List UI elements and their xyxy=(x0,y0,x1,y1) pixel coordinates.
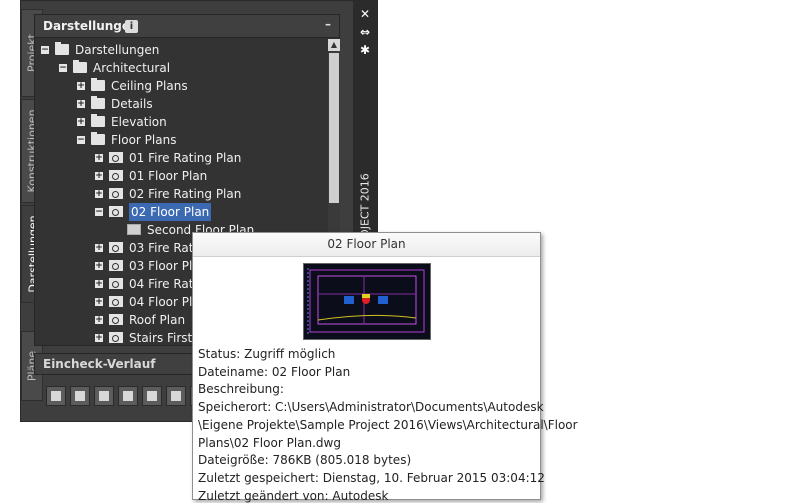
tree-item[interactable]: − 02 Floor Plan xyxy=(35,203,325,221)
expand-icon[interactable]: + xyxy=(95,334,103,343)
tree-item-label: 01 Fire Rating Plan xyxy=(129,151,242,165)
view-icon xyxy=(109,278,123,289)
expand-icon[interactable]: + xyxy=(95,154,103,163)
expand-icon[interactable]: + xyxy=(95,298,103,307)
tree-item[interactable]: − Floor Plans xyxy=(35,131,325,149)
settings-icon[interactable]: ✱ xyxy=(358,43,372,57)
tooltip-line: \Eigene Projekte\Sample Project 2016\Vie… xyxy=(198,417,578,432)
autohide-icon[interactable]: ⇔ xyxy=(358,25,372,39)
tree-item-label: Architectural xyxy=(93,61,171,75)
tooltip-line: Status: Zugriff möglich xyxy=(198,347,336,361)
scroll-up-icon[interactable]: ▲ xyxy=(328,39,340,51)
view-icon xyxy=(109,152,123,163)
tree-item[interactable]: + Details xyxy=(35,95,325,113)
collapse-icon[interactable]: − xyxy=(77,136,85,145)
tree-item-label: 04 Floor Pla xyxy=(129,295,200,309)
tooltip-line: Dateiname: 02 Floor Plan xyxy=(198,364,351,379)
tree-item-label: 02 Floor Plan xyxy=(129,203,212,221)
tree-item-label: Stairs First I xyxy=(129,331,200,345)
new-view-icon[interactable] xyxy=(46,386,66,406)
tooltip-line: Speicherort: C:\Users\Administrator\Docu… xyxy=(198,400,544,415)
tooltip-line: Dateigröße: 786KB (805.018 bytes) xyxy=(198,453,412,468)
panel-header: Darstellungen i – xyxy=(35,15,339,38)
expand-icon[interactable]: + xyxy=(95,172,103,181)
folder-open-icon xyxy=(55,42,69,55)
folder-icon xyxy=(91,78,105,91)
collapse-icon[interactable]: − xyxy=(41,46,49,55)
tree-item-label: Elevation xyxy=(111,115,167,129)
expand-icon[interactable]: + xyxy=(77,118,85,127)
tree-item-label: 04 Fire Rati xyxy=(129,277,197,291)
folder-icon xyxy=(91,114,105,127)
view-icon xyxy=(109,188,123,199)
view-icon xyxy=(109,332,123,343)
tooltip-line: Plans\02 Floor Plan.dwg xyxy=(198,435,341,450)
tree-item[interactable]: + Elevation xyxy=(35,113,325,131)
selection-icon[interactable] xyxy=(142,386,162,406)
tree-item-label: 02 Fire Rating Plan xyxy=(129,187,242,201)
view-tooltip: 02 Floor Plan Status: Zugriff möglich Dat… xyxy=(192,232,578,503)
expand-icon[interactable]: + xyxy=(95,316,103,325)
tree-item[interactable]: +01 Floor Plan xyxy=(35,167,325,185)
collapse-icon[interactable]: − xyxy=(59,64,67,73)
tree-item-label: Ceiling Plans xyxy=(111,79,188,93)
floor-plan-thumbnail-drawing xyxy=(307,268,425,334)
view-icon xyxy=(109,170,123,181)
tree-item-label: 01 Floor Plan xyxy=(129,169,208,183)
tree-item[interactable]: + Ceiling Plans xyxy=(35,77,325,95)
tooltip-line: Zuletzt gespeichert: Dienstag, 10. Febru… xyxy=(198,470,545,485)
expand-icon[interactable]: + xyxy=(77,82,85,91)
tree-item-label: Roof Plan xyxy=(129,313,186,327)
tree-item[interactable]: − Architectural xyxy=(35,59,325,77)
view-icon xyxy=(109,206,123,217)
collapse-icon[interactable]: − xyxy=(95,208,103,217)
tree-item-label: 03 Fire Rati xyxy=(129,241,197,255)
expand-icon[interactable]: + xyxy=(77,100,85,109)
sheet-icon xyxy=(127,224,141,235)
tooltip-line: Zuletzt geändert von: Autodesk xyxy=(198,488,389,503)
expand-icon[interactable]: + xyxy=(95,244,103,253)
tree-item-label: Details xyxy=(111,97,153,111)
view-icon xyxy=(109,296,123,307)
checkin-history-label: Eincheck-Verlauf xyxy=(43,357,156,371)
view-icon xyxy=(109,242,123,253)
tree-item[interactable]: − Darstellungen xyxy=(35,41,325,59)
tree-item[interactable]: +02 Fire Rating Plan xyxy=(35,185,325,203)
tooltip-title: 02 Floor Plan xyxy=(193,233,540,257)
view-icon xyxy=(109,314,123,325)
close-icon[interactable]: ✕ xyxy=(358,7,372,21)
expand-icon[interactable]: + xyxy=(95,190,103,199)
tree-item[interactable]: +01 Fire Rating Plan xyxy=(35,149,325,167)
expand-icon[interactable]: + xyxy=(95,280,103,289)
floor-plan-thumbnail xyxy=(303,263,431,340)
folder-icon xyxy=(91,96,105,109)
expand-icon[interactable]: + xyxy=(95,262,103,271)
refresh-icon[interactable] xyxy=(94,386,114,406)
folder-open-icon xyxy=(73,60,87,73)
tree-item-label: Darstellungen xyxy=(75,43,160,57)
new-sheet-icon[interactable] xyxy=(70,386,90,406)
folder-open-icon xyxy=(91,132,105,145)
properties-icon[interactable] xyxy=(166,386,186,406)
info-icon[interactable]: i xyxy=(125,20,138,33)
copy-icon[interactable] xyxy=(118,386,138,406)
view-icon xyxy=(109,260,123,271)
scroll-thumb[interactable] xyxy=(329,53,339,203)
minimize-button[interactable]: – xyxy=(325,17,331,31)
tree-item-label: Floor Plans xyxy=(111,133,177,147)
tooltip-line: Beschreibung: xyxy=(198,382,284,397)
